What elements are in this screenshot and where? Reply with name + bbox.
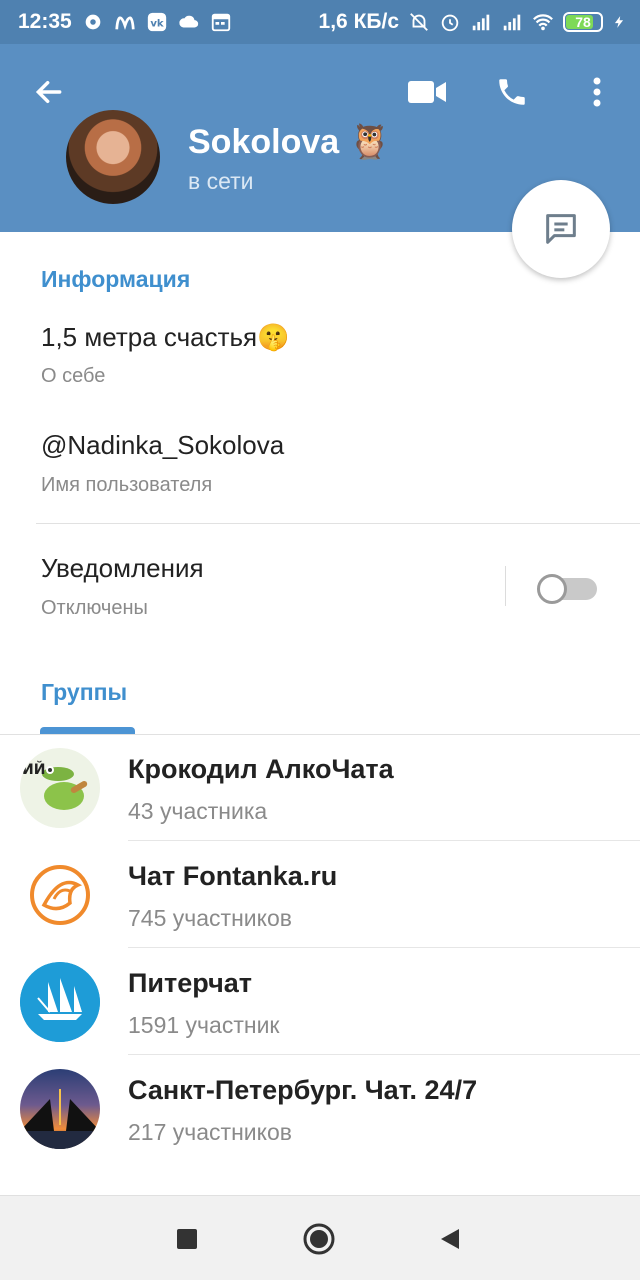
username-text[interactable]: @Nadinka_Sokolova (41, 430, 284, 461)
notifications-state: Отключены (41, 597, 148, 619)
group-name: Питерчат (128, 968, 252, 998)
group-name: Крокодил АлкоЧата (128, 754, 394, 784)
group-avatar-crocodile: ЙЙ (20, 748, 100, 828)
group-avatar-piterchat (20, 962, 100, 1042)
groups-tab-title[interactable]: Группы (41, 679, 127, 706)
wifi-icon (533, 14, 553, 31)
calendar-icon (211, 13, 230, 32)
message-icon (546, 214, 576, 244)
video-call-button[interactable] (405, 70, 449, 114)
separator (505, 566, 506, 606)
svg-text:ЙЙ: ЙЙ (22, 761, 45, 778)
mcdonalds-icon (115, 16, 135, 31)
tab-indicator (40, 727, 135, 734)
notifications-toggle[interactable] (537, 574, 597, 604)
notifications-label[interactable]: Уведомления (41, 553, 204, 584)
username-caption: Имя пользователя (41, 474, 213, 496)
video-camera-icon (408, 81, 446, 103)
recents-button[interactable] (170, 1222, 204, 1256)
back-nav-button[interactable] (433, 1222, 467, 1256)
network-speed: 1,6 КБ/с (318, 10, 399, 33)
group-row[interactable]: Санкт-Петербург. Чат. 24/7 217 участнико… (0, 1055, 640, 1162)
divider (36, 523, 640, 524)
back-arrow-icon (35, 80, 62, 104)
group-row[interactable]: ЙЙ Крокодил АлкоЧата 43 участника (0, 734, 640, 841)
group-members: 745 участников (128, 905, 292, 931)
group-members: 217 участников (128, 1119, 292, 1145)
more-menu-button[interactable] (575, 70, 619, 114)
status-time: 12:35 (18, 10, 72, 33)
home-circle-icon (303, 1223, 335, 1255)
battery-icon: 78 (563, 12, 603, 32)
call-button[interactable] (490, 70, 534, 114)
alarm-icon (441, 14, 459, 32)
phone-icon (499, 79, 525, 105)
signal-icon (472, 14, 490, 31)
group-name: Чат Fontanka.ru (128, 861, 338, 891)
group-members: 43 участника (128, 798, 268, 824)
charging-icon (614, 16, 624, 28)
send-message-button[interactable] (512, 180, 610, 278)
group-avatar-fontanka (20, 855, 100, 935)
group-row[interactable]: Чат Fontanka.ru 745 участников (0, 841, 640, 948)
info-section-title: Информация (41, 266, 191, 292)
online-status: в сети (188, 168, 254, 194)
square-icon (177, 1229, 197, 1249)
bio-caption: О себе (41, 365, 106, 387)
triangle-back-icon (441, 1229, 459, 1249)
status-bar: 12:35 vk 1,6 КБ/с 78 (0, 0, 640, 44)
svg-text:vk: vk (150, 19, 164, 30)
group-avatar-spb (20, 1069, 100, 1149)
back-button[interactable] (27, 70, 71, 114)
eye-icon (85, 14, 101, 30)
profile-avatar[interactable] (66, 110, 160, 204)
cloud-icon (179, 15, 198, 28)
more-vertical-icon (593, 77, 601, 107)
vk-icon: vk (147, 12, 166, 32)
bio-text[interactable]: 1,5 метра счастья🤫 (41, 322, 290, 353)
signal-icon (503, 14, 521, 31)
group-members: 1591 участник (128, 1012, 280, 1038)
system-nav-bar (0, 1195, 640, 1280)
group-row[interactable]: Питерчат 1591 участник (0, 948, 640, 1055)
home-button[interactable] (302, 1222, 336, 1256)
group-name: Санкт-Петербург. Чат. 24/7 (128, 1075, 478, 1105)
mute-bell-icon (410, 13, 428, 31)
profile-name: Sokolova 🦉 (188, 123, 391, 161)
